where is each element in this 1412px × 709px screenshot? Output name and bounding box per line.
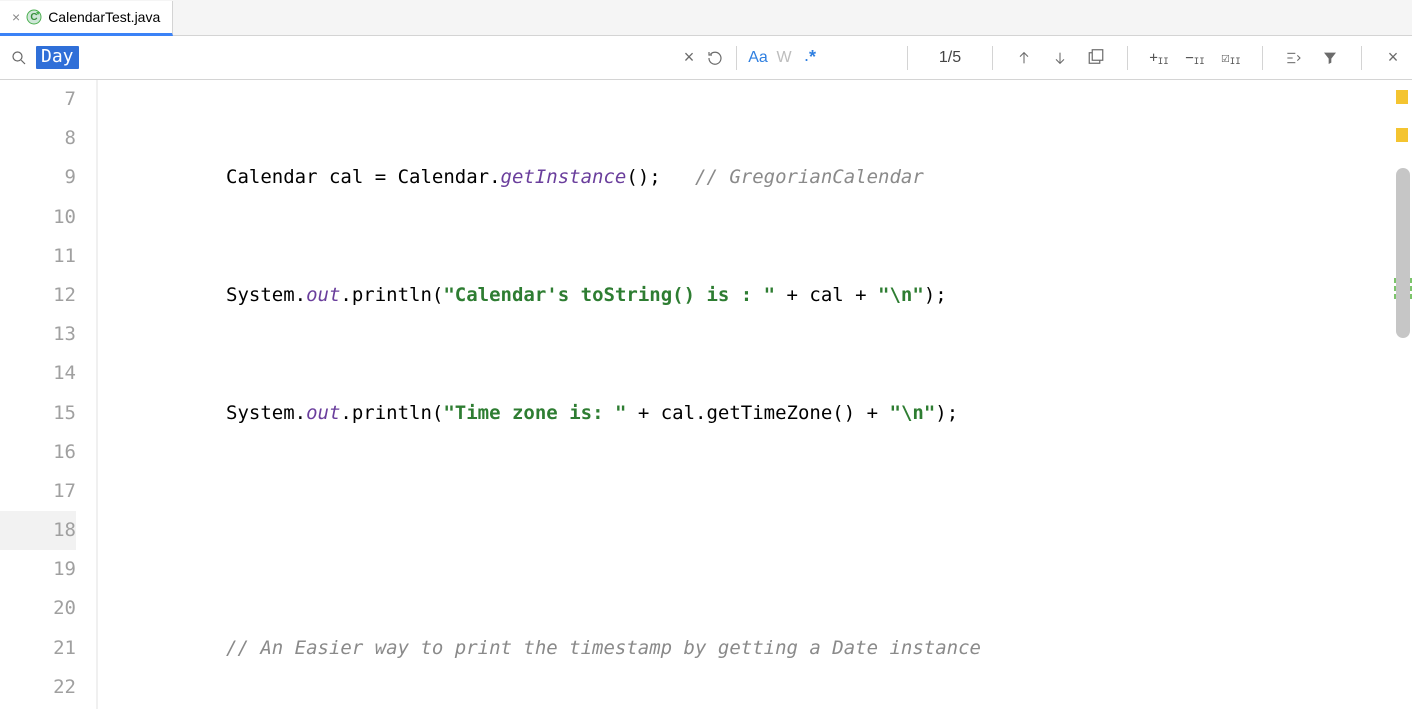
separator: [1127, 46, 1128, 70]
line-number: 15: [0, 394, 76, 433]
editor-tab-bar: × C CalendarTest.java: [0, 0, 1412, 36]
separator: [736, 46, 737, 70]
line-number: 18: [0, 511, 76, 550]
select-all-occurrences-icon[interactable]: [1085, 47, 1107, 69]
search-icon: [8, 47, 30, 69]
line-number: 11: [0, 237, 76, 276]
close-tab-icon[interactable]: ×: [12, 9, 20, 25]
line-number: 12: [0, 276, 76, 315]
next-match-icon[interactable]: [1049, 47, 1071, 69]
line-number: 8: [0, 119, 76, 158]
code-line: System.out.println("Time zone is: " + ca…: [98, 394, 1412, 433]
match-count: 1/5: [928, 49, 972, 67]
separator: [907, 46, 908, 70]
find-query-selection: Day: [36, 46, 79, 69]
match-case-toggle[interactable]: Aa: [747, 47, 769, 69]
marker-stripe[interactable]: [1388, 80, 1412, 709]
code-line: // An Easier way to print the timestamp …: [98, 629, 1412, 668]
filter-icon[interactable]: [1319, 47, 1341, 69]
line-number: 10: [0, 198, 76, 237]
java-class-icon: C: [26, 9, 42, 25]
line-number: 7: [0, 80, 76, 119]
line-number: 21: [0, 629, 76, 668]
warning-marker[interactable]: [1396, 128, 1408, 142]
search-history-icon[interactable]: [704, 47, 726, 69]
code-line: [98, 511, 1412, 550]
close-find-bar-icon[interactable]: ×: [1382, 47, 1404, 69]
select-all-icon[interactable]: ☑II: [1220, 47, 1242, 69]
remove-selection-icon[interactable]: −II: [1184, 47, 1206, 69]
separator: [992, 46, 993, 70]
line-number: 9: [0, 158, 76, 197]
file-tab[interactable]: × C CalendarTest.java: [0, 1, 173, 36]
find-bar: Day × Aa W .* 1/5 +II −II ☑II ×: [0, 36, 1412, 80]
find-input-wrap[interactable]: Day: [34, 43, 674, 73]
filter-lines-icon[interactable]: [1283, 47, 1305, 69]
line-number: 16: [0, 433, 76, 472]
tab-filename: CalendarTest.java: [48, 9, 160, 25]
clear-search-icon[interactable]: ×: [678, 47, 700, 69]
svg-text:C: C: [31, 12, 38, 23]
line-number: 19: [0, 550, 76, 589]
line-number: 13: [0, 315, 76, 354]
code-line: System.out.println("Calendar's toString(…: [98, 276, 1412, 315]
separator: [1361, 46, 1362, 70]
separator: [1262, 46, 1263, 70]
line-number-gutter: 7 8 9 10 11 12 13 14 15 16 17 18 19 20 2…: [0, 80, 96, 709]
whole-word-toggle[interactable]: W: [773, 47, 795, 69]
find-input[interactable]: [34, 43, 674, 72]
code-line: Calendar cal = Calendar.getInstance(); /…: [98, 158, 1412, 197]
scrollbar-thumb[interactable]: [1396, 168, 1410, 338]
code-area[interactable]: Calendar cal = Calendar.getInstance(); /…: [98, 80, 1412, 709]
regex-toggle[interactable]: .*: [799, 47, 821, 69]
add-selection-icon[interactable]: +II: [1148, 47, 1170, 69]
line-number: 20: [0, 589, 76, 628]
code-editor[interactable]: 7 8 9 10 11 12 13 14 15 16 17 18 19 20 2…: [0, 80, 1412, 709]
line-number: 17: [0, 472, 76, 511]
warning-marker[interactable]: [1396, 90, 1408, 104]
prev-match-icon[interactable]: [1013, 47, 1035, 69]
line-number: 22: [0, 668, 76, 707]
line-number: 14: [0, 354, 76, 393]
